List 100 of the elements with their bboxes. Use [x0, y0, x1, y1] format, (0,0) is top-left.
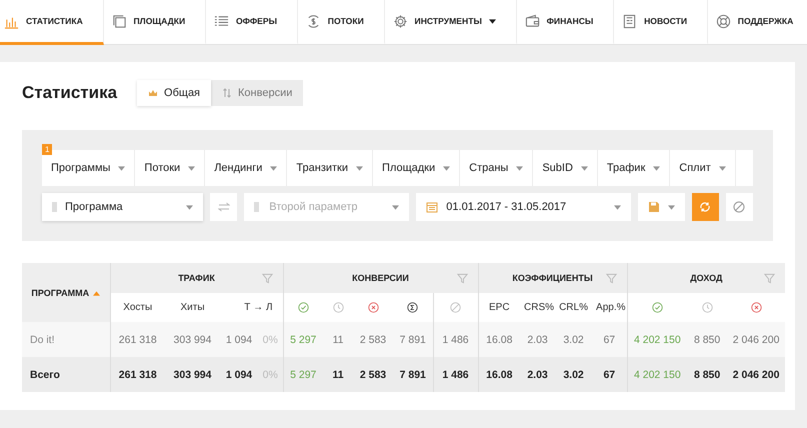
caret-icon	[356, 166, 364, 170]
swap-button[interactable]	[210, 193, 238, 221]
reset-button[interactable]	[726, 193, 753, 221]
table-cell: 7 891	[393, 357, 434, 392]
table-cell: 16.08	[478, 322, 520, 357]
grip-icon	[52, 202, 57, 212]
swap-icon	[218, 201, 230, 213]
wallet-icon	[524, 14, 540, 28]
second-parameter-field[interactable]: Второй параметр	[267, 200, 384, 214]
table-cell: 11	[323, 322, 354, 357]
nav-tab[interactable]: СТАТИСТИКА	[0, 0, 104, 45]
group-header: ДОХОД	[690, 273, 722, 283]
calendar-icon	[426, 201, 438, 213]
table-cell: Do it!	[22, 322, 110, 357]
second-parameter-select[interactable]: Второй параметр	[244, 193, 410, 221]
cross-circle-icon	[368, 302, 379, 313]
nav-tab[interactable]: ИНСТРУМЕНТЫ	[384, 0, 517, 45]
nav-tab[interactable]: ПЛОЩАДКИ	[104, 0, 206, 45]
list-icon	[214, 14, 229, 28]
cross-circle-icon	[750, 302, 762, 313]
table-cell: 0%	[258, 322, 284, 357]
table-cell: 2 046 200	[727, 322, 786, 357]
refresh-button[interactable]	[692, 193, 719, 221]
newspaper-icon	[622, 14, 638, 28]
table-cell: 3.02	[555, 322, 592, 357]
filter-icon[interactable]	[606, 273, 617, 284]
table-cell: 1 094	[220, 357, 258, 392]
caret-icon	[516, 166, 524, 170]
table-cell: 3.02	[555, 357, 592, 392]
crown-icon	[148, 88, 158, 98]
table-cell: 2 583	[353, 322, 394, 357]
table-cell: 16.08	[478, 357, 520, 392]
table-cell: 8 850	[687, 357, 728, 392]
caret-icon	[443, 166, 450, 170]
sort-arrows-icon	[222, 88, 232, 98]
group-header: КОЭФФИЦИЕНТЫ	[512, 273, 593, 283]
table-cell: 261 318	[110, 322, 165, 357]
table-cell: 1 486	[433, 357, 478, 392]
check-circle-icon	[652, 302, 663, 313]
grip-icon	[254, 202, 260, 212]
group-header: ТРАФИК	[178, 273, 215, 283]
filter-icon[interactable]	[456, 273, 468, 284]
table-cell: Всего	[22, 357, 110, 392]
date-range-select[interactable]: 01.01.2017 - 31.05.2017	[416, 193, 631, 221]
floppy-icon	[648, 201, 660, 213]
nav-tab[interactable]: ОФФЕРЫ	[206, 0, 298, 45]
nav-tab[interactable]: ПОТОКИ	[298, 0, 385, 45]
clock-icon	[702, 302, 713, 313]
caret-icon	[668, 204, 675, 210]
caret-icon	[118, 166, 126, 170]
table-cell: 4 202 150	[627, 322, 688, 357]
caret-icon	[580, 166, 588, 170]
first-parameter-select[interactable]: Программа	[42, 193, 204, 221]
caret-icon	[270, 166, 278, 170]
coin-icon	[306, 14, 321, 28]
caret-icon	[188, 166, 196, 170]
column-header: Хосты	[123, 302, 152, 313]
table-cell: 5 297	[283, 357, 324, 392]
column-header: CRL%	[559, 302, 588, 313]
gear-icon	[392, 14, 408, 28]
view-tab[interactable]: Общая	[137, 80, 212, 106]
count-badge: 1	[42, 144, 52, 155]
table-cell: 7 891	[393, 322, 434, 357]
table-cell: 67	[592, 322, 628, 357]
view-tab[interactable]: Конверсии	[211, 80, 304, 106]
caret-icon	[718, 166, 726, 170]
table-cell: 67	[592, 357, 628, 392]
blocked-icon	[450, 302, 462, 313]
table-cell: 2.03	[520, 357, 556, 392]
caret-icon	[186, 204, 194, 210]
column-header: Хиты	[180, 302, 205, 313]
nav-tab[interactable]: НОВОСТИ	[614, 0, 708, 45]
caret-icon	[392, 204, 400, 210]
table-cell: 2.03	[520, 322, 556, 357]
nav-tab[interactable]: ПОДДЕРЖКА	[708, 0, 807, 45]
table-cell: 4 202 150	[627, 357, 688, 392]
page-title: Статистика	[22, 83, 118, 103]
filter-icon[interactable]	[764, 273, 776, 284]
table-cell: 1 094	[220, 322, 258, 357]
table-cell: 303 994	[165, 357, 220, 392]
table-cell: 303 994	[165, 322, 220, 357]
caret-icon	[653, 166, 660, 170]
sigma-circle-icon	[407, 302, 418, 313]
group-header: КОНВЕРСИИ	[352, 273, 409, 283]
column-header: EPC	[489, 302, 510, 313]
table-cell: 5 297	[283, 322, 324, 357]
save-button[interactable]	[638, 193, 685, 221]
caret-icon	[614, 204, 621, 210]
column-header: Т → Л	[244, 302, 273, 313]
clock-icon	[332, 302, 344, 313]
nav-tab[interactable]: ФИНАНСЫ	[516, 0, 614, 45]
pages-icon	[112, 14, 126, 28]
column-header: App.%	[596, 302, 626, 313]
blocked-icon	[733, 201, 746, 213]
filter-icon[interactable]	[262, 273, 273, 284]
check-circle-icon	[298, 302, 309, 313]
column-header[interactable]: ПРОГРАММА	[22, 263, 110, 322]
refresh-icon	[699, 201, 712, 213]
table-cell: 2 583	[353, 357, 394, 392]
lifebuoy-icon	[716, 14, 731, 28]
